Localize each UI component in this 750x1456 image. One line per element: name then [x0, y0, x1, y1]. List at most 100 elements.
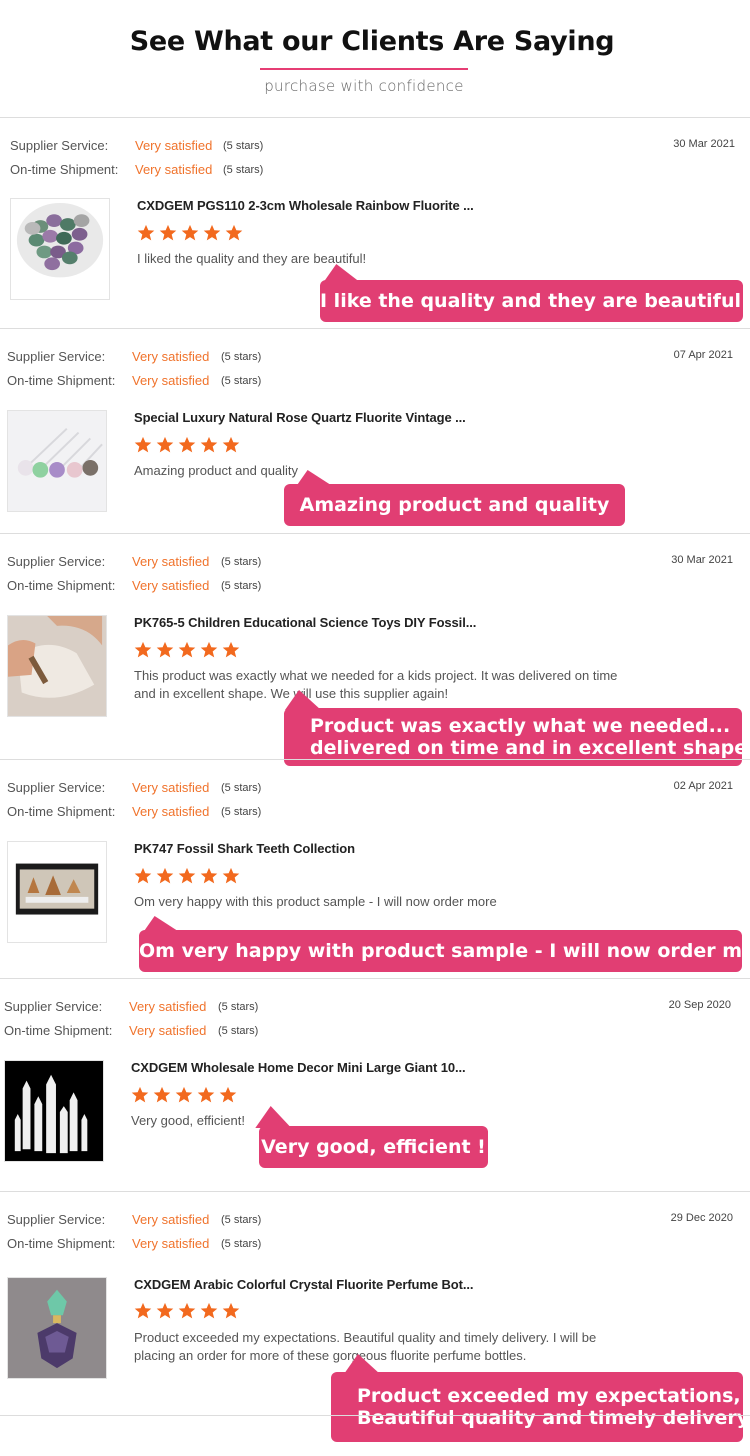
- star-icon: [200, 641, 218, 659]
- star-icon: [134, 867, 152, 885]
- review-comment: Om very happy with this product sample -…: [134, 894, 497, 909]
- on-time-shipment-label: On-time Shipment:: [7, 1236, 116, 1251]
- review-card: Supplier Service: Very satisfied (5 stars)…: [0, 534, 750, 766]
- star-icon: [156, 867, 174, 885]
- crystal-wands-image: [8, 411, 106, 511]
- star-icon: [222, 867, 240, 885]
- supplier-service-rating: Very satisfied: [132, 1212, 210, 1227]
- supplier-service-stars: (5 stars): [221, 782, 262, 794]
- fossil-dig-kit-image: [8, 616, 106, 716]
- star-icon: [134, 436, 152, 454]
- star-icon: [203, 224, 221, 242]
- product-thumbnail[interactable]: [4, 1060, 104, 1162]
- review-comment: I liked the quality and they are beautif…: [137, 251, 367, 266]
- supplier-service-rating: Very satisfied: [132, 554, 210, 569]
- bubble-text: Beautiful quality and timely delivery ..…: [357, 1407, 750, 1429]
- bubble-text: Very good, efficient !: [261, 1136, 486, 1158]
- review-date: 30 Mar 2021: [673, 138, 735, 150]
- star-icon: [200, 1302, 218, 1320]
- star-icon: [222, 436, 240, 454]
- supplier-service-stars: (5 stars): [218, 1001, 259, 1013]
- bubble-text: I like the quality and they are beautifu…: [320, 290, 750, 312]
- star-icon: [222, 1302, 240, 1320]
- star-icon: [156, 1302, 174, 1320]
- supplier-service-stars: (5 stars): [221, 1214, 262, 1226]
- star-icon: [137, 224, 155, 242]
- highlight-bubble: I like the quality and they are beautifu…: [320, 264, 750, 322]
- supplier-service-rating: Very satisfied: [132, 349, 210, 364]
- bubble-text: Amazing product and quality: [299, 494, 610, 516]
- product-title-link[interactable]: CXDGEM Arabic Colorful Crystal Fluorite …: [134, 1277, 473, 1292]
- star-icon: [156, 436, 174, 454]
- on-time-shipment-label: On-time Shipment:: [7, 804, 116, 819]
- on-time-shipment-label: On-time Shipment:: [7, 578, 116, 593]
- review-date: 30 Mar 2021: [671, 554, 733, 566]
- on-time-shipment-stars: (5 stars): [221, 1238, 262, 1250]
- star-icon: [153, 1086, 171, 1104]
- star-icon: [219, 1086, 237, 1104]
- title-underline: [260, 68, 468, 70]
- star-icon: [181, 224, 199, 242]
- supplier-service-label: Supplier Service:: [7, 349, 106, 364]
- supplier-service-stars: (5 stars): [223, 140, 264, 152]
- on-time-shipment-label: On-time Shipment:: [7, 373, 116, 388]
- on-time-shipment-rating: Very satisfied: [132, 1236, 210, 1251]
- supplier-service-rating: Very satisfied: [129, 999, 207, 1014]
- review-card: Supplier Service: Very satisfied (5 stars)…: [0, 329, 750, 534]
- on-time-shipment-rating: Very satisfied: [132, 804, 210, 819]
- star-icon: [197, 1086, 215, 1104]
- product-thumbnail[interactable]: [10, 198, 110, 300]
- supplier-service-label: Supplier Service:: [10, 138, 109, 153]
- on-time-shipment-stars: (5 stars): [221, 375, 262, 387]
- product-title-link[interactable]: CXDGEM PGS110 2-3cm Wholesale Rainbow Fl…: [137, 198, 474, 213]
- star-icon: [156, 641, 174, 659]
- review-date: 20 Sep 2020: [668, 999, 731, 1011]
- product-thumbnail[interactable]: [7, 410, 107, 512]
- page-title: See What our Clients Are Saying: [129, 26, 615, 57]
- rating-stars: [134, 641, 244, 659]
- bubble-text: Product exceeded my expectations,: [357, 1385, 741, 1407]
- bubble-text: delivered on time and in excellent shape…: [310, 737, 750, 759]
- shark-teeth-box-image: [8, 842, 106, 942]
- rating-stars: [134, 867, 244, 885]
- product-title-link[interactable]: CXDGEM Wholesale Home Decor Mini Large G…: [131, 1060, 466, 1075]
- star-icon: [175, 1086, 193, 1104]
- page-header: See What our Clients Are Saying purchase…: [0, 0, 750, 118]
- rating-stars: [134, 1302, 244, 1320]
- product-thumbnail[interactable]: [7, 841, 107, 943]
- supplier-service-label: Supplier Service:: [4, 999, 103, 1014]
- supplier-service-stars: (5 stars): [221, 556, 262, 568]
- review-card: Supplier Service: Very satisfied (5 stars)…: [0, 118, 750, 329]
- review-comment: Amazing product and quality: [134, 463, 299, 478]
- product-title-link[interactable]: PK765-5 Children Educational Science Toy…: [134, 615, 476, 630]
- supplier-service-label: Supplier Service:: [7, 780, 106, 795]
- tumbled-fluorite-stones-image: [11, 199, 109, 299]
- on-time-shipment-stars: (5 stars): [218, 1025, 259, 1037]
- product-thumbnail[interactable]: [7, 1277, 107, 1379]
- product-title-link[interactable]: PK747 Fossil Shark Teeth Collection: [134, 841, 355, 856]
- selenite-towers-image: [5, 1061, 103, 1161]
- review-date: 29 Dec 2020: [670, 1212, 733, 1224]
- bubble-tail: [143, 916, 191, 932]
- review-card: Supplier Service: Very satisfied (5 stars)…: [0, 1192, 750, 1442]
- star-icon: [134, 1302, 152, 1320]
- on-time-shipment-stars: (5 stars): [223, 164, 264, 176]
- star-icon: [200, 436, 218, 454]
- on-time-shipment-stars: (5 stars): [221, 806, 262, 818]
- highlight-bubble: Product exceeded my expectations, Beautif…: [331, 1354, 750, 1442]
- product-title-link[interactable]: Special Luxury Natural Rose Quartz Fluor…: [134, 410, 466, 425]
- star-icon: [222, 641, 240, 659]
- review-divider: [0, 1415, 750, 1416]
- review-card: Supplier Service: Very satisfied (5 stars)…: [0, 760, 750, 979]
- star-icon: [225, 224, 243, 242]
- highlight-bubble: Om very happy with product sample - I wi…: [139, 916, 750, 972]
- highlight-bubble: Amazing product and quality: [284, 470, 625, 526]
- bubble-text: Product was exactly what we needed...: [310, 715, 731, 737]
- on-time-shipment-rating: Very satisfied: [132, 373, 210, 388]
- review-date: 02 Apr 2021: [673, 780, 733, 792]
- on-time-shipment-label: On-time Shipment:: [4, 1023, 113, 1038]
- star-icon: [200, 867, 218, 885]
- product-thumbnail[interactable]: [7, 615, 107, 717]
- star-icon: [159, 224, 177, 242]
- bubble-text: Om very happy with product sample - I wi…: [139, 940, 750, 962]
